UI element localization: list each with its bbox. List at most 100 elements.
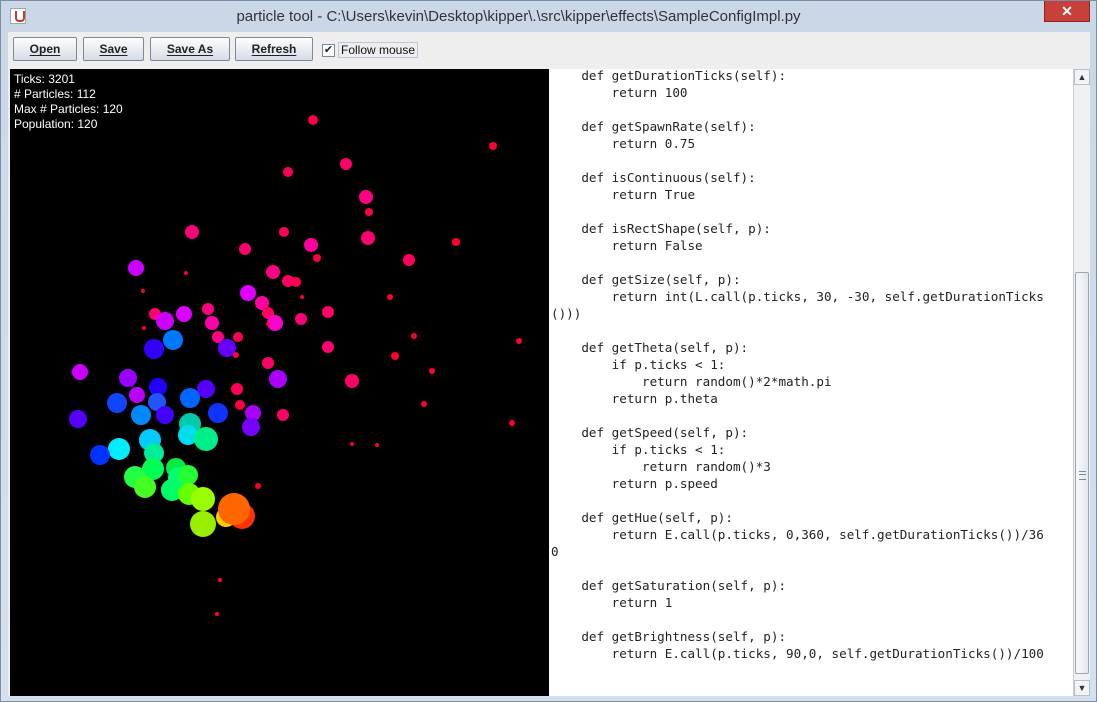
particle: [359, 190, 373, 204]
close-button[interactable]: ✕: [1044, 1, 1090, 22]
particle: [107, 393, 127, 413]
particle: [375, 443, 379, 447]
particle: [131, 405, 151, 425]
particle: [291, 277, 301, 287]
particle: [215, 612, 219, 616]
particle: [313, 254, 321, 262]
grip-icon: [1079, 471, 1086, 480]
particle: [452, 238, 460, 246]
particle: [391, 352, 399, 360]
code-line: def isContinuous(self):: [551, 170, 756, 185]
scroll-down-icon[interactable]: ▼: [1074, 680, 1090, 696]
ticks-stat: Ticks: 3201: [14, 72, 75, 86]
code-line: return E.call(p.ticks, 0,360, self.getDu…: [551, 527, 1044, 542]
code-line: return p.theta: [551, 391, 718, 406]
code-line: return random()*3: [551, 459, 771, 474]
particle: [403, 254, 415, 266]
particle: [176, 306, 192, 322]
particle: [239, 243, 251, 255]
code-line: return E.call(p.ticks, 90,0, self.getDur…: [551, 646, 1044, 661]
title-bar[interactable]: particle tool - C:\Users\kevin\Desktop\k…: [1, 1, 1096, 32]
particle: [277, 409, 289, 421]
particle: [345, 374, 359, 388]
code-text[interactable]: def getDurationTicks(self): return 100 d…: [551, 69, 1044, 662]
population-stat: Population: 120: [14, 117, 98, 131]
particle: [509, 420, 515, 426]
max-particles-stat: Max # Particles: 120: [14, 102, 123, 116]
particle: [365, 208, 373, 216]
particle: [361, 231, 375, 245]
particle: [322, 341, 334, 353]
code-line: def getSpeed(self, p):: [551, 425, 749, 440]
code-line: def getSpawnRate(self):: [551, 119, 756, 134]
particle: [300, 295, 304, 299]
particle: [69, 410, 87, 428]
particle: [129, 387, 145, 403]
particle: [283, 167, 293, 177]
toolbar: Open Save Save As Refresh ✔ Follow mouse: [8, 32, 1090, 69]
particle: [235, 400, 245, 410]
scroll-up-icon[interactable]: ▲: [1074, 69, 1090, 85]
code-line: def getTheta(self, p):: [551, 340, 749, 355]
open-button[interactable]: Open: [13, 37, 77, 61]
code-line: return 1: [551, 595, 673, 610]
save-as-button[interactable]: Save As: [150, 37, 230, 61]
particle: [178, 465, 198, 485]
app-window: particle tool - C:\Users\kevin\Desktop\k…: [0, 0, 1097, 702]
particle: [340, 158, 352, 170]
particle: [304, 238, 318, 252]
particle: [119, 369, 137, 387]
code-line: def getSize(self, p):: [551, 272, 741, 287]
refresh-button[interactable]: Refresh: [235, 37, 313, 61]
particle: [350, 442, 354, 446]
window-title: particle tool - C:\Users\kevin\Desktop\k…: [236, 8, 801, 25]
particle: [180, 388, 200, 408]
particle: [142, 326, 146, 330]
particle: [134, 476, 156, 498]
particle: [295, 313, 307, 325]
particle: [205, 316, 219, 330]
particle: [72, 364, 88, 380]
particle: [197, 380, 215, 398]
particle: [266, 265, 280, 279]
particle: [489, 142, 497, 150]
particle: [144, 339, 164, 359]
follow-mouse-checkbox[interactable]: ✔ Follow mouse: [322, 41, 419, 59]
particle: [269, 370, 287, 388]
code-line: def getHue(self, p):: [551, 510, 733, 525]
particle: [156, 312, 174, 330]
particle: [387, 294, 393, 300]
particle: [240, 285, 256, 301]
particle-field: [69, 115, 522, 616]
particle: [108, 438, 130, 460]
particle: [128, 260, 144, 276]
editor-scrollbar[interactable]: ▲ ▼: [1073, 69, 1090, 696]
save-button[interactable]: Save: [83, 37, 144, 61]
particle: [233, 332, 243, 342]
checkbox-check-icon[interactable]: ✔: [322, 43, 335, 57]
follow-mouse-label[interactable]: Follow mouse: [338, 42, 419, 58]
particle: [231, 383, 243, 395]
scroll-thumb[interactable]: [1075, 272, 1089, 674]
code-line: return int(L.call(p.ticks, 30, -30, self…: [551, 289, 1044, 304]
particle: [516, 338, 522, 344]
particle: [233, 352, 239, 358]
particle-canvas[interactable]: Ticks: 3201 # Particles: 112 Max # Parti…: [10, 69, 549, 696]
particle: [191, 487, 215, 511]
code-line: ())): [551, 306, 582, 321]
code-line: def getBrightness(self, p):: [551, 629, 787, 644]
code-line: if p.ticks < 1:: [551, 357, 726, 372]
particle: [190, 511, 216, 537]
particle: [208, 403, 228, 423]
code-line: 0: [551, 544, 559, 559]
particle: [308, 115, 318, 125]
particle: [194, 427, 218, 451]
code-editor[interactable]: def getDurationTicks(self): return 100 d…: [549, 69, 1073, 696]
